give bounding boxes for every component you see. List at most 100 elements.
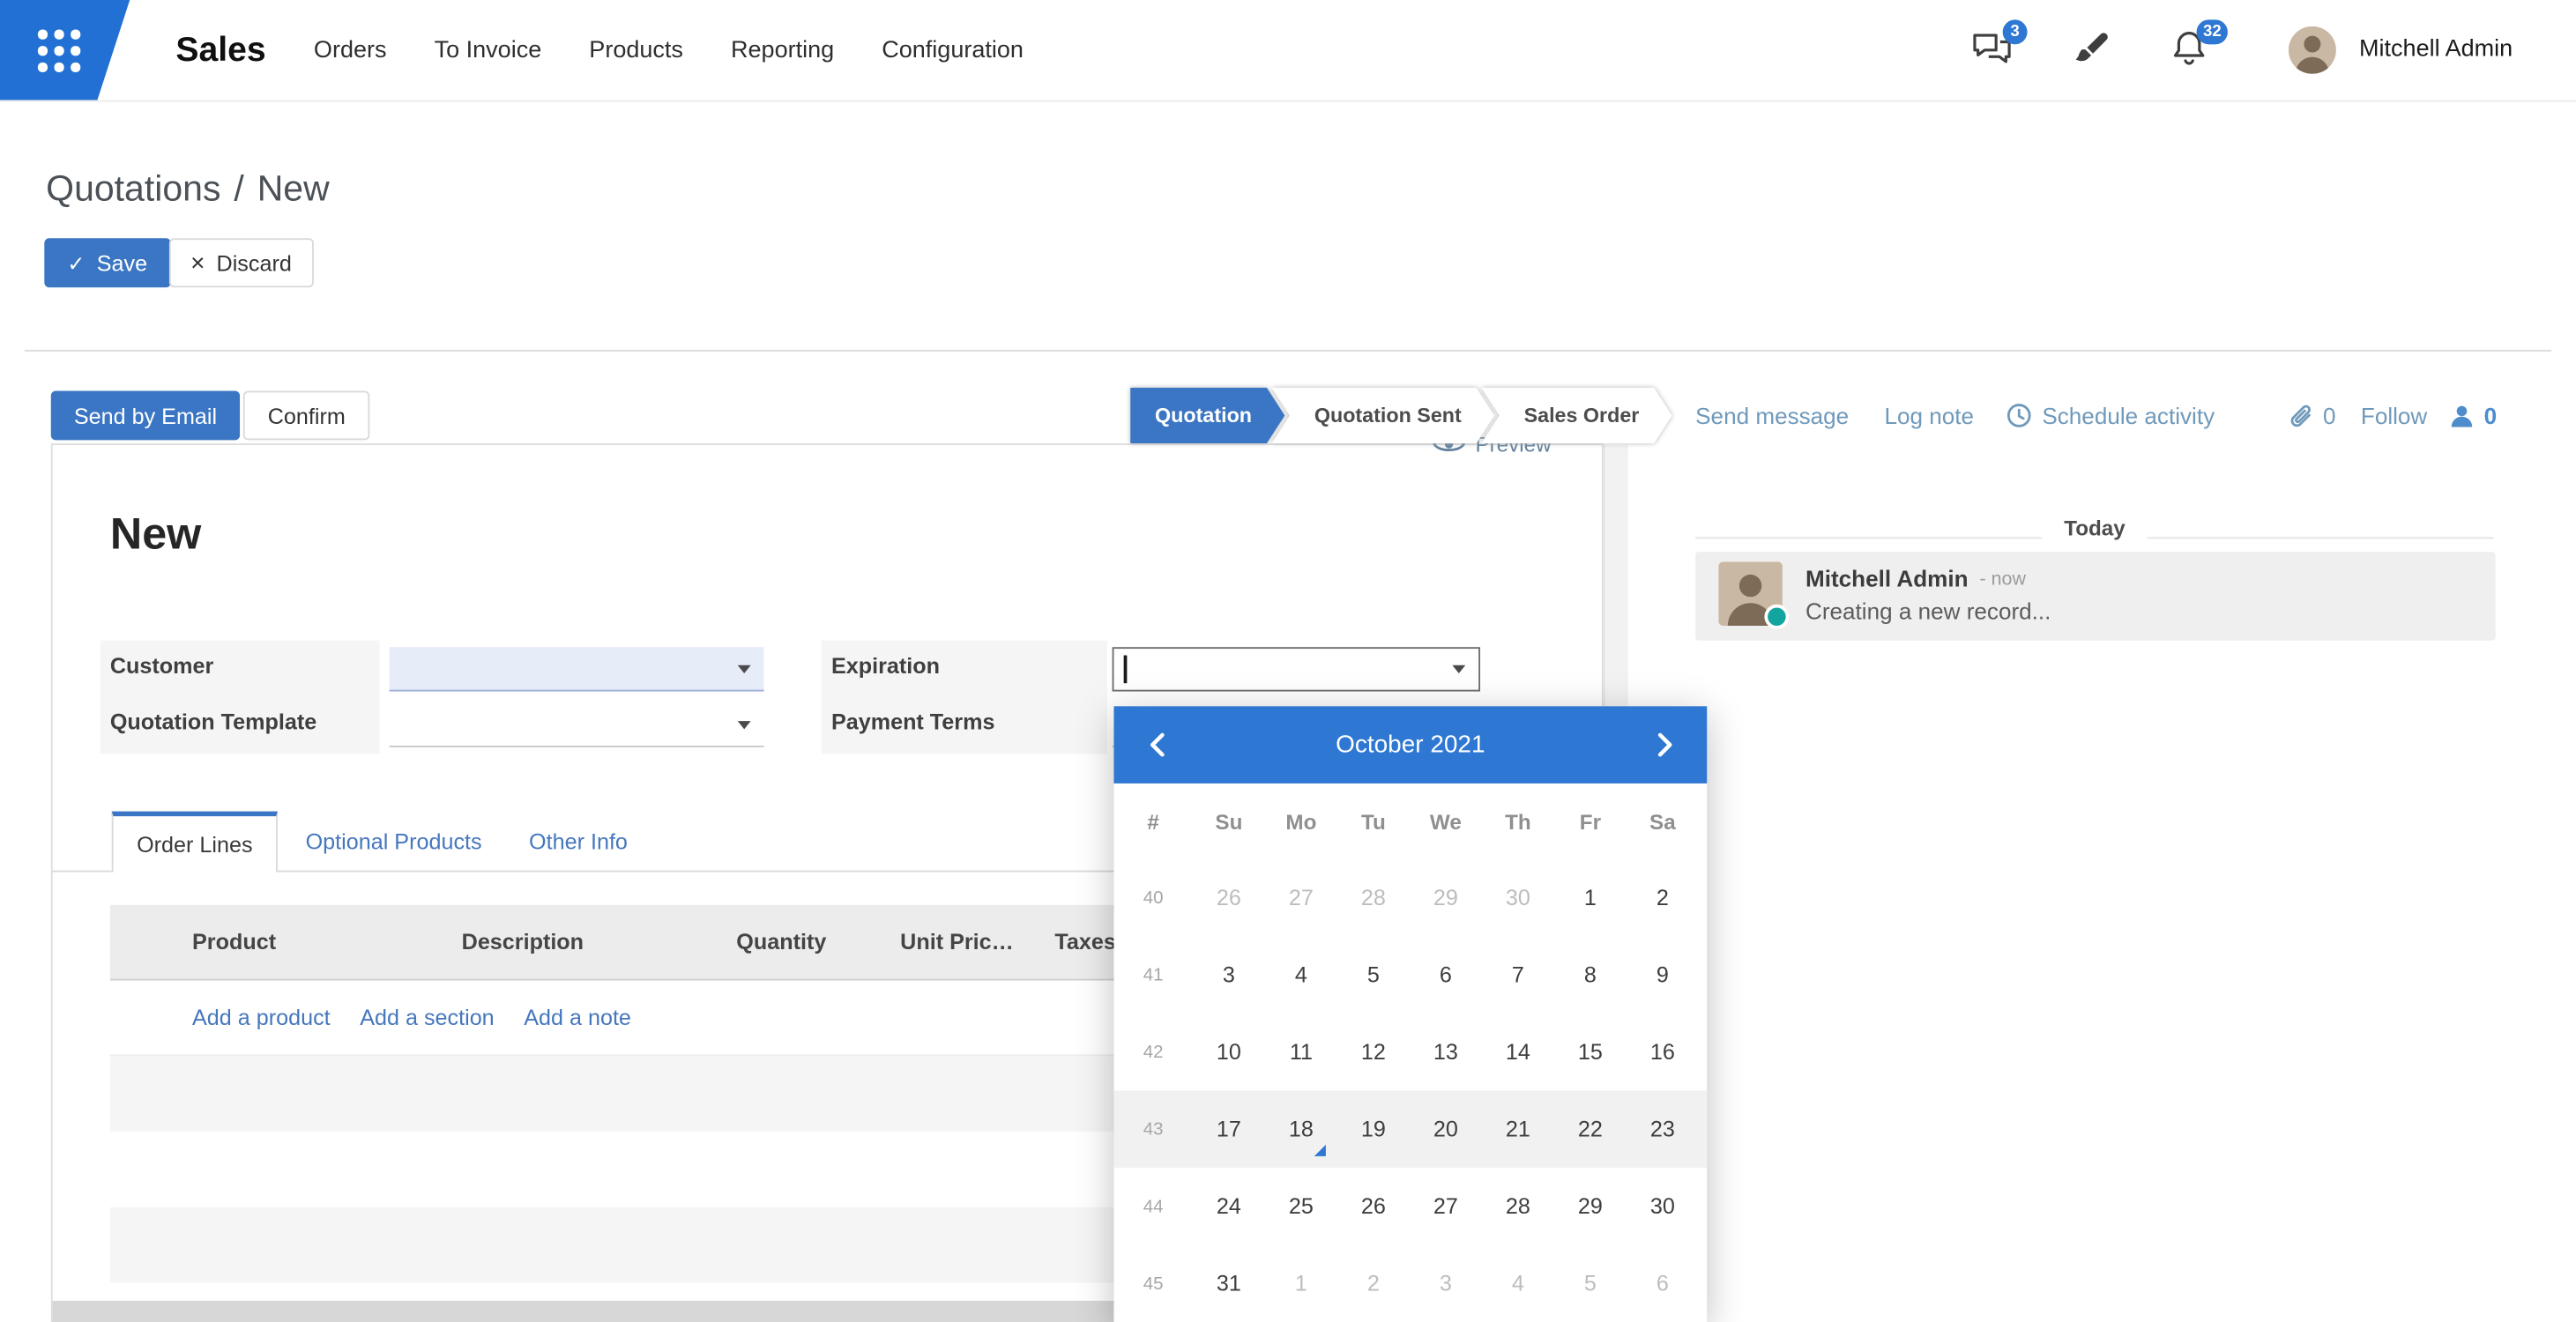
- calendar-week-row: 45 31 1 2 3 4 5 6: [1113, 1245, 1707, 1322]
- calendar-day[interactable]: 13: [1410, 1014, 1482, 1091]
- chevron-down-icon[interactable]: [738, 721, 751, 729]
- calendar-week-row: 44 24 25 26 27 28 29 30: [1113, 1168, 1707, 1245]
- calendar-day[interactable]: 27: [1265, 859, 1337, 937]
- menu-configuration[interactable]: Configuration: [882, 37, 1024, 63]
- column-product[interactable]: Product: [161, 930, 431, 954]
- add-a-note-link[interactable]: Add a note: [524, 1005, 631, 1029]
- calendar-day[interactable]: 5: [1337, 936, 1410, 1014]
- calendar-day[interactable]: 28: [1337, 859, 1410, 937]
- calendar-day[interactable]: 8: [1554, 936, 1627, 1014]
- follow-button[interactable]: Follow: [2361, 391, 2427, 441]
- menu-orders[interactable]: Orders: [314, 37, 387, 63]
- tab-other-info[interactable]: Other Info: [529, 812, 628, 873]
- calendar-day[interactable]: 23: [1627, 1090, 1699, 1168]
- messages-badge[interactable]: 3: [2003, 19, 2028, 44]
- notifications-badge[interactable]: 32: [2197, 19, 2229, 44]
- calendar-day[interactable]: 28: [1482, 1168, 1554, 1245]
- calendar-day[interactable]: 30: [1482, 859, 1554, 937]
- add-a-section-link[interactable]: Add a section: [360, 1005, 494, 1029]
- statusbar: Quotation Quotation Sent Sales Order: [1130, 388, 1672, 443]
- column-quantity[interactable]: Quantity: [706, 930, 839, 954]
- followers-count: 0: [2484, 403, 2498, 429]
- next-month-button[interactable]: [1631, 706, 1697, 784]
- attachments-button[interactable]: 0: [2287, 391, 2336, 441]
- send-by-email-button[interactable]: Send by Email: [51, 391, 240, 441]
- calendar-day[interactable]: 2: [1337, 1245, 1410, 1322]
- calendar-day[interactable]: 30: [1627, 1168, 1699, 1245]
- chevron-down-icon[interactable]: [738, 665, 751, 673]
- calendar-day[interactable]: 20: [1410, 1090, 1482, 1168]
- save-label: Save: [97, 250, 147, 275]
- chevron-down-icon[interactable]: [1452, 665, 1465, 673]
- paintbrush-icon[interactable]: [2072, 30, 2111, 70]
- calendar-day[interactable]: 4: [1482, 1245, 1554, 1322]
- clock-icon: [2006, 403, 2032, 429]
- calendar-day-today[interactable]: 18: [1265, 1090, 1337, 1168]
- column-unit-price[interactable]: Unit Pric…: [839, 930, 1026, 954]
- tab-order-lines[interactable]: Order Lines: [112, 812, 278, 873]
- followers-button[interactable]: 0: [2450, 391, 2498, 441]
- schedule-activity-button[interactable]: Schedule activity: [2006, 391, 2215, 441]
- calendar-day[interactable]: 27: [1410, 1168, 1482, 1245]
- calendar-day[interactable]: 26: [1337, 1168, 1410, 1245]
- calendar-day[interactable]: 10: [1193, 1014, 1265, 1091]
- calendar-day[interactable]: 29: [1410, 859, 1482, 937]
- statusbar-step-quotation-sent[interactable]: Quotation Sent: [1271, 388, 1494, 443]
- calendar-day[interactable]: 4: [1265, 936, 1337, 1014]
- calendar-day[interactable]: 6: [1627, 1245, 1699, 1322]
- calendar-day[interactable]: 25: [1265, 1168, 1337, 1245]
- calendar-day[interactable]: 5: [1554, 1245, 1627, 1322]
- datepicker-month-title[interactable]: October 2021: [1336, 731, 1485, 759]
- confirm-button[interactable]: Confirm: [243, 391, 370, 441]
- expiration-label: Expiration: [831, 654, 940, 679]
- calendar-day[interactable]: 9: [1627, 936, 1699, 1014]
- menu-to-invoice[interactable]: To Invoice: [435, 37, 542, 63]
- log-note-button[interactable]: Log note: [1884, 391, 1974, 441]
- calendar-day[interactable]: 7: [1482, 936, 1554, 1014]
- calendar-day[interactable]: 16: [1627, 1014, 1699, 1091]
- calendar-week-number: 41: [1113, 965, 1192, 984]
- calendar-day[interactable]: 24: [1193, 1168, 1265, 1245]
- calendar-day[interactable]: 21: [1482, 1090, 1554, 1168]
- calendar-day[interactable]: 3: [1193, 936, 1265, 1014]
- apps-menu-button[interactable]: [0, 0, 130, 100]
- calendar-day[interactable]: 14: [1482, 1014, 1554, 1091]
- calendar-day[interactable]: 3: [1410, 1245, 1482, 1322]
- app-name[interactable]: Sales: [175, 0, 265, 100]
- customer-label: Customer: [110, 654, 213, 679]
- calendar-day[interactable]: 26: [1193, 859, 1265, 937]
- calendar-day[interactable]: 15: [1554, 1014, 1627, 1091]
- breadcrumb-quotations[interactable]: Quotations: [46, 167, 220, 209]
- menu-products[interactable]: Products: [589, 37, 683, 63]
- column-description[interactable]: Description: [430, 930, 706, 954]
- message-author-name[interactable]: Mitchell Admin: [1805, 565, 1969, 591]
- calendar-day[interactable]: 29: [1554, 1168, 1627, 1245]
- statusbar-step-sales-order[interactable]: Sales Order: [1481, 388, 1672, 443]
- previous-month-button[interactable]: [1124, 706, 1190, 784]
- day-header: Su: [1193, 809, 1265, 834]
- calendar-day[interactable]: 12: [1337, 1014, 1410, 1091]
- calendar-day[interactable]: 1: [1554, 859, 1627, 937]
- send-message-button[interactable]: Send message: [1695, 391, 1849, 441]
- calendar-day[interactable]: 22: [1554, 1090, 1627, 1168]
- customer-field[interactable]: [390, 647, 764, 691]
- calendar-day[interactable]: 31: [1193, 1245, 1265, 1322]
- user-avatar[interactable]: [2289, 26, 2336, 74]
- statusbar-step-quotation[interactable]: Quotation: [1130, 388, 1284, 443]
- calendar-day[interactable]: 11: [1265, 1014, 1337, 1091]
- discard-button[interactable]: × Discard: [169, 238, 313, 287]
- add-a-product-link[interactable]: Add a product: [192, 1005, 331, 1029]
- calendar-day[interactable]: 17: [1193, 1090, 1265, 1168]
- calendar-day[interactable]: 1: [1265, 1245, 1337, 1322]
- expiration-field[interactable]: [1113, 647, 1480, 691]
- save-button[interactable]: ✓ Save: [44, 238, 170, 287]
- tab-optional-products[interactable]: Optional Products: [306, 812, 482, 873]
- calendar-day[interactable]: 6: [1410, 936, 1482, 1014]
- calendar-day[interactable]: 19: [1337, 1090, 1410, 1168]
- person-icon: [2450, 403, 2475, 427]
- calendar-day[interactable]: 2: [1627, 859, 1699, 937]
- menu-reporting[interactable]: Reporting: [731, 37, 834, 63]
- quotation-template-field[interactable]: [390, 703, 764, 747]
- quotation-template-label: Quotation Template: [110, 709, 316, 734]
- user-name[interactable]: Mitchell Admin: [2359, 0, 2513, 100]
